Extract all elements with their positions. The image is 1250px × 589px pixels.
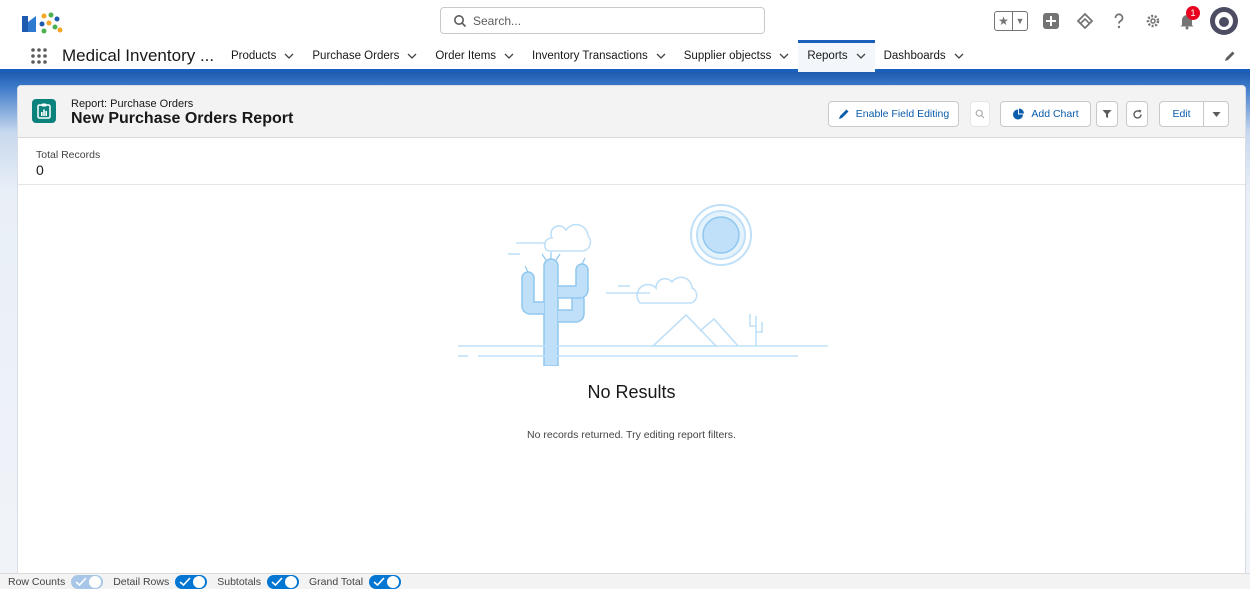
edit-nav-pencil-icon[interactable] — [1224, 50, 1236, 62]
check-icon — [75, 576, 87, 586]
search-input[interactable] — [473, 13, 753, 28]
toggle-label: Grand Total — [309, 575, 364, 588]
nav-tab-label: Purchase Orders — [312, 50, 400, 62]
subtotals-toggle-group: Subtotals — [217, 574, 300, 589]
report-icon — [32, 99, 56, 123]
chart-icon — [1013, 108, 1025, 119]
search-icon — [454, 14, 467, 27]
total-records-value: 0 — [36, 162, 44, 178]
help-icon[interactable] — [1108, 10, 1130, 32]
report-summary: Total Records 0 — [18, 138, 1245, 185]
report-search-button[interactable] — [970, 101, 990, 127]
edit-menu-button[interactable] — [1203, 101, 1229, 127]
add-chart-label: Add Chart — [1031, 108, 1079, 120]
favorites-dropdown-icon[interactable]: ▼ — [1013, 12, 1027, 30]
global-search[interactable] — [440, 7, 765, 34]
notifications-bell-icon[interactable]: 1 — [1176, 6, 1200, 32]
chevron-down-icon[interactable] — [856, 51, 866, 61]
toggle-knob — [285, 575, 298, 588]
report-card: Report: Purchase Orders New Purchase Ord… — [17, 85, 1246, 589]
search-icon — [975, 109, 985, 119]
global-header: ★ ▼ 1 — [0, 0, 1250, 40]
toggle-label: Row Counts — [8, 575, 66, 588]
header-utility-icons: ★ ▼ 1 — [994, 6, 1238, 36]
enable-field-editing-label: Enable Field Editing — [855, 108, 950, 120]
filter-button[interactable] — [1096, 101, 1118, 127]
chevron-down-icon[interactable] — [284, 51, 294, 61]
notification-badge: 1 — [1186, 6, 1200, 20]
chevron-down-icon[interactable] — [504, 51, 514, 61]
app-launcher-icon[interactable] — [30, 47, 48, 65]
org-logo[interactable] — [22, 10, 68, 36]
empty-state-message: No records returned. Try editing report … — [527, 429, 736, 441]
toggle-label: Subtotals — [217, 575, 262, 588]
check-icon — [271, 576, 283, 586]
nav-tab-label: Products — [231, 50, 277, 62]
setup-gear-icon[interactable] — [1142, 10, 1164, 32]
nav-tab-label: Inventory Transactions — [532, 50, 648, 62]
row-counts-toggle-group: Row Counts — [8, 574, 104, 589]
favorites-group: ★ ▼ — [994, 11, 1028, 31]
toggle-knob — [89, 575, 102, 588]
detail-rows-toggle[interactable] — [175, 574, 208, 589]
check-icon — [373, 576, 385, 586]
refresh-button[interactable] — [1126, 101, 1148, 127]
detail-rows-toggle-group: Detail Rows — [113, 574, 208, 589]
toggle-knob — [387, 575, 400, 588]
nav-tab-dashboards[interactable]: Dashboards — [875, 40, 973, 72]
grand-total-toggle[interactable] — [369, 574, 402, 589]
nav-tab-supplier-objects[interactable]: Supplier objectss — [675, 40, 799, 72]
nav-tab-label: Reports — [807, 50, 848, 62]
chevron-down-icon[interactable] — [407, 51, 417, 61]
enable-field-editing-button[interactable]: Enable Field Editing — [828, 101, 959, 127]
nav-tab-label: Order Items — [435, 50, 497, 62]
nav-tab-reports[interactable]: Reports — [798, 40, 875, 72]
chevron-down-icon[interactable] — [954, 51, 964, 61]
add-chart-button[interactable]: Add Chart — [1000, 101, 1091, 127]
report-footer: Row Counts Detail Rows Subtotals Grand T… — [0, 573, 1250, 589]
user-avatar[interactable] — [1210, 7, 1238, 35]
nav-tab-purchase-orders[interactable]: Purchase Orders — [303, 40, 426, 72]
nav-tab-label: Supplier objectss — [683, 50, 772, 62]
subtotals-toggle[interactable] — [267, 574, 300, 589]
global-actions-icon[interactable] — [1040, 10, 1062, 32]
nav-tab-order-items[interactable]: Order Items — [426, 40, 523, 72]
edit-label: Edit — [1172, 108, 1191, 120]
app-name: Medical Inventory ... — [62, 46, 215, 65]
nav-tab-label: Dashboards — [883, 50, 946, 62]
edit-button[interactable]: Edit — [1159, 101, 1204, 127]
chevron-down-icon[interactable] — [779, 51, 789, 61]
toggle-label: Detail Rows — [113, 575, 170, 588]
check-icon — [179, 576, 191, 586]
filter-icon — [1102, 110, 1112, 118]
total-records-label: Total Records — [36, 149, 101, 161]
report-type-label: Report: Purchase Orders — [71, 98, 194, 110]
desert-empty-state-illustration — [458, 204, 828, 366]
refresh-icon — [1132, 109, 1142, 119]
toggle-knob — [193, 575, 206, 588]
app-navigation-bar: Medical Inventory ... Products Purchase … — [0, 40, 1250, 72]
grand-total-toggle-group: Grand Total — [309, 574, 402, 589]
nav-tabs: Products Purchase Orders Order Items Inv… — [222, 40, 973, 72]
chevron-down-icon[interactable] — [656, 51, 666, 61]
caret-down-icon — [1212, 111, 1220, 117]
report-header: Report: Purchase Orders New Purchase Ord… — [18, 86, 1245, 138]
pencil-icon — [838, 109, 849, 119]
row-counts-toggle[interactable] — [71, 574, 104, 589]
empty-state-title: No Results — [587, 382, 676, 402]
nav-tab-inventory-transactions[interactable]: Inventory Transactions — [523, 40, 675, 72]
report-title: New Purchase Orders Report — [71, 110, 294, 127]
trailhead-icon[interactable] — [1074, 10, 1096, 32]
favorite-star-icon[interactable]: ★ — [995, 12, 1013, 30]
nav-tab-products[interactable]: Products — [222, 40, 303, 72]
